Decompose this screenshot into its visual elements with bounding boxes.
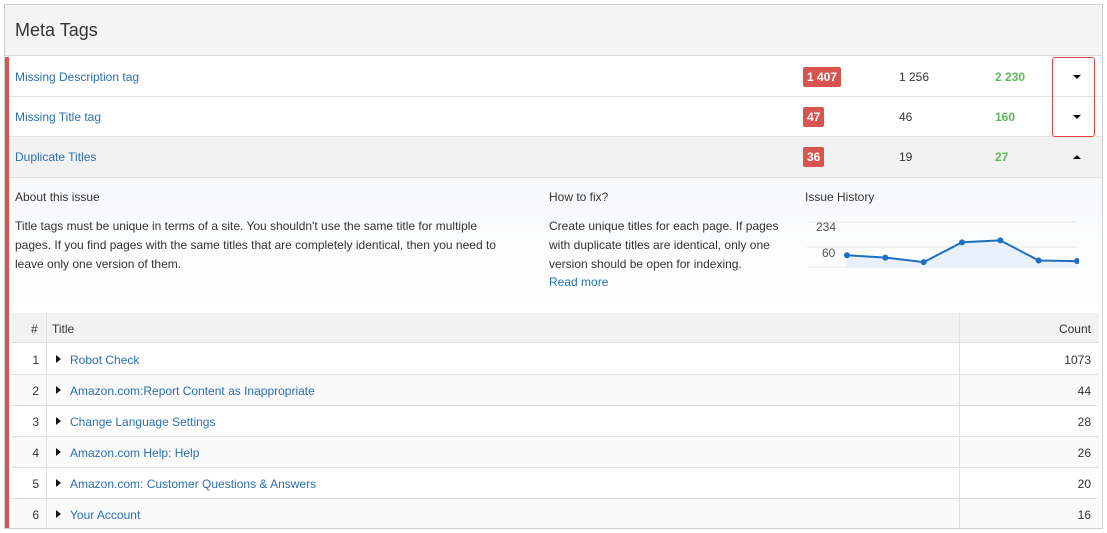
table-row: 4 Amazon.com Help: Help 26 bbox=[11, 437, 1099, 468]
table-row: 6 Your Account 16 bbox=[11, 499, 1099, 528]
pages-count: 46 bbox=[899, 110, 913, 124]
caret-down-icon bbox=[1073, 115, 1081, 119]
chart-data-point bbox=[882, 254, 889, 261]
header-count[interactable]: Count bbox=[1059, 322, 1091, 336]
error-count-badge: 36 bbox=[803, 147, 825, 167]
chart-data-point bbox=[920, 259, 927, 266]
header-number: # bbox=[31, 322, 38, 336]
about-line: leave only one version of them. bbox=[15, 257, 182, 271]
issue-name[interactable]: Missing Description tag bbox=[15, 70, 139, 84]
read-more-link[interactable]: Read more bbox=[549, 275, 608, 289]
row-title-link[interactable]: Amazon.com:Report Content as Inappropria… bbox=[70, 384, 315, 398]
fix-text: Create unique titles for each page. If p… bbox=[549, 217, 799, 274]
table-row: 3 Change Language Settings 28 bbox=[11, 406, 1099, 437]
about-text: Title tags must be unique in terms of a … bbox=[15, 217, 535, 274]
row-count: 28 bbox=[1077, 415, 1091, 429]
error-count-badge: 47 bbox=[803, 107, 825, 127]
caret-right-icon[interactable] bbox=[56, 417, 61, 425]
about-line: Title tags must be unique in terms of a … bbox=[15, 219, 478, 233]
chart-data-point bbox=[959, 239, 965, 246]
issue-row-duplicate-titles: Duplicate Titles 36 19 27 bbox=[9, 137, 1102, 178]
issue-history-chart: 234 60 bbox=[807, 220, 1079, 268]
about-heading: About this issue bbox=[15, 190, 100, 204]
row-title-link[interactable]: Change Language Settings bbox=[70, 415, 215, 429]
total-count: 27 bbox=[995, 150, 1009, 164]
row-count: 1073 bbox=[1064, 353, 1091, 367]
caret-right-icon[interactable] bbox=[56, 479, 61, 487]
issue-row-missing-description: Missing Description tag 1 407 1 256 2 23… bbox=[9, 57, 1102, 97]
meta-tags-panel: Meta Tags Missing Description tag 1 407 … bbox=[4, 4, 1103, 529]
expand-toggle[interactable] bbox=[1057, 97, 1097, 137]
header-title[interactable]: Title bbox=[52, 322, 74, 336]
issue-name[interactable]: Missing Title tag bbox=[15, 110, 101, 124]
table-header: # Title Count bbox=[11, 313, 1099, 343]
row-number: 2 bbox=[32, 384, 39, 398]
row-title-link[interactable]: Amazon.com: Customer Questions & Answers bbox=[70, 477, 316, 491]
table-row: 2 Amazon.com:Report Content as Inappropr… bbox=[11, 375, 1099, 406]
table-row: 5 Amazon.com: Customer Questions & Answe… bbox=[11, 468, 1099, 499]
panel-title: Meta Tags bbox=[15, 20, 98, 40]
caret-right-icon[interactable] bbox=[56, 386, 61, 394]
issue-details: About this issue Title tags must be uniq… bbox=[9, 178, 1102, 313]
fix-line: version should be open for indexing. bbox=[549, 257, 742, 271]
row-title-link[interactable]: Your Account bbox=[70, 508, 140, 522]
caret-right-icon[interactable] bbox=[56, 448, 61, 456]
issue-name[interactable]: Duplicate Titles bbox=[15, 150, 96, 164]
chart-tick-label: 234 bbox=[816, 220, 836, 234]
chart-tick-label: 60 bbox=[822, 246, 836, 260]
row-number: 5 bbox=[32, 477, 39, 491]
chart-data-point bbox=[844, 252, 850, 259]
caret-right-icon[interactable] bbox=[56, 355, 61, 363]
caret-down-icon bbox=[1073, 75, 1081, 79]
about-line: pages. If you find pages with the same t… bbox=[15, 238, 496, 252]
table-row: 1 Robot Check 1073 bbox=[11, 344, 1099, 375]
total-count: 160 bbox=[995, 110, 1016, 124]
fix-line: Create unique titles for each page. If p… bbox=[549, 219, 779, 233]
pages-count: 19 bbox=[899, 150, 913, 164]
total-count: 2 230 bbox=[995, 70, 1026, 84]
row-number: 3 bbox=[32, 415, 39, 429]
fix-heading: How to fix? bbox=[549, 190, 609, 204]
row-count: 26 bbox=[1077, 446, 1091, 460]
caret-right-icon[interactable] bbox=[56, 510, 61, 518]
pages-count: 1 256 bbox=[899, 70, 930, 84]
row-number: 4 bbox=[32, 446, 39, 460]
issue-row-missing-title: Missing Title tag 47 46 160 bbox=[9, 97, 1102, 137]
expand-toggle[interactable] bbox=[1057, 57, 1097, 97]
row-count: 20 bbox=[1077, 477, 1091, 491]
collapse-toggle[interactable] bbox=[1057, 137, 1097, 177]
panel-header: Meta Tags bbox=[5, 5, 1102, 56]
column-divider bbox=[46, 313, 47, 528]
row-count: 16 bbox=[1077, 508, 1091, 522]
row-number: 1 bbox=[32, 353, 39, 367]
column-divider bbox=[959, 313, 960, 528]
row-number: 6 bbox=[32, 508, 39, 522]
chart-data-point bbox=[1035, 257, 1042, 264]
fix-line: with duplicate titles are identical, onl… bbox=[549, 238, 770, 252]
caret-up-icon bbox=[1073, 155, 1081, 159]
row-title-link[interactable]: Robot Check bbox=[70, 353, 139, 367]
history-heading: Issue History bbox=[805, 190, 875, 204]
error-count-badge: 1 407 bbox=[803, 67, 842, 87]
row-count: 44 bbox=[1077, 384, 1091, 398]
chart-data-point bbox=[997, 237, 1004, 244]
row-title-link[interactable]: Amazon.com Help: Help bbox=[70, 446, 199, 460]
